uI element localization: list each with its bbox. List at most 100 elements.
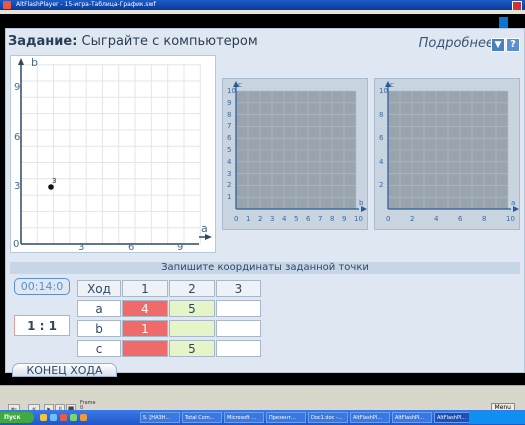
table-header-2: 2 xyxy=(169,280,215,297)
taskbar-button[interactable]: 5. [НАЗН... xyxy=(140,412,180,423)
quicklaunch-icon[interactable] xyxy=(40,414,47,421)
x-tick: 10 xyxy=(354,215,363,223)
cell-c-2[interactable]: 5 xyxy=(169,340,215,357)
y-tick: 4 xyxy=(227,157,232,166)
y-tick: 5 xyxy=(227,146,232,154)
y-tick: 2 xyxy=(227,181,232,190)
x-tick: 3 xyxy=(78,242,85,253)
timer-display: 00:14:0 xyxy=(14,278,70,295)
top-band xyxy=(0,14,525,28)
cell-a-3[interactable] xyxy=(216,300,261,317)
y-tick: 10 xyxy=(227,87,236,95)
x-tick: 8 xyxy=(482,215,487,223)
y-tick: 1 xyxy=(227,193,232,202)
row-label-a: a xyxy=(77,300,121,317)
x-tick: 4 xyxy=(434,215,439,223)
help-button[interactable]: ? xyxy=(506,38,520,52)
x-tick: 8 xyxy=(330,215,335,223)
y-axis-label: c xyxy=(238,81,242,89)
target-point xyxy=(48,184,54,190)
y-tick: 6 xyxy=(227,134,232,143)
y-tick: 7 xyxy=(227,122,232,131)
details-link[interactable]: Подробнее xyxy=(419,36,494,51)
y-axis-label: b xyxy=(31,56,38,69)
quicklaunch-icon[interactable] xyxy=(50,414,57,421)
taskbar-button[interactable]: Total Com... xyxy=(182,412,222,423)
task-text: Сыграйте с компьютером xyxy=(81,34,258,49)
y-arrow-icon xyxy=(18,58,24,65)
x-tick: 1 xyxy=(246,215,251,223)
taskbar-button[interactable]: AltFlashPl... xyxy=(392,412,432,423)
cell-b-2[interactable] xyxy=(169,320,215,337)
table-header-3: 3 xyxy=(216,280,261,297)
y-tick: 3 xyxy=(14,181,21,192)
taskbar-button[interactable]: Microsoft ... xyxy=(224,412,264,423)
taskbar: Пуск 5. [НАЗН... Total Com... Microsoft … xyxy=(0,410,525,425)
x-axis-label: a xyxy=(201,222,208,235)
y-tick: 3 xyxy=(227,169,232,178)
coordinate-grid-panel[interactable]: b a 9 6 3 0 3 6 9 3 xyxy=(10,55,216,253)
corner-mark xyxy=(499,17,508,28)
taskbar-button[interactable]: AltFlashPl... xyxy=(350,412,390,423)
taskbar-button[interactable]: Презент... xyxy=(266,412,306,423)
x-tick: 9 xyxy=(342,215,347,223)
x-tick: 2 xyxy=(258,215,263,223)
task-header: Задание: Сыграйте с компьютером Подробне… xyxy=(8,34,520,54)
y-tick: 8 xyxy=(227,110,232,119)
x-tick: 0 xyxy=(386,215,391,223)
x-tick: 3 xyxy=(270,215,275,223)
score-display: 1 : 1 xyxy=(14,315,70,336)
start-button[interactable]: Пуск xyxy=(0,412,34,423)
y-axis-label: c xyxy=(390,81,394,89)
window-titlebar: AltFlashPlayer - 15-игра-Таблица-График.… xyxy=(0,0,525,11)
y-tick: 4 xyxy=(379,157,384,166)
x-tick: 2 xyxy=(410,215,415,223)
task-label: Задание: xyxy=(8,34,78,49)
instruction-bar: Запишите координаты заданной точки xyxy=(10,262,520,274)
cell-c-3[interactable] xyxy=(216,340,261,357)
quicklaunch-icon[interactable] xyxy=(70,414,77,421)
player-controls: ⇤ « ▸ ॥ ■ Frame 0 Menu xyxy=(0,385,525,413)
x-tick: 6 xyxy=(458,215,463,223)
quicklaunch-icon[interactable] xyxy=(60,414,67,421)
y-tick: 10 xyxy=(379,87,388,95)
taskbar-button[interactable]: Doc1.doc -... xyxy=(308,412,348,423)
cell-a-2[interactable]: 5 xyxy=(169,300,215,317)
point-label: 3 xyxy=(52,177,57,185)
end-turn-button[interactable]: КОНЕЦ ХОДА xyxy=(12,363,117,377)
y-tick: 9 xyxy=(14,82,21,93)
coordinate-grid[interactable] xyxy=(11,56,217,254)
x-tick: 9 xyxy=(177,242,184,253)
y-tick: 8 xyxy=(379,110,384,119)
app-icon xyxy=(3,1,11,9)
graph-c-b-panel: c b 10 9 8 7 6 5 4 3 2 1 0 1 2 3 4 5 6 7 8 9 10 xyxy=(222,78,368,230)
x-tick: 7 xyxy=(318,215,323,223)
row-label-c: c xyxy=(77,340,121,357)
origin-label: 0 xyxy=(13,239,20,250)
x-tick: 5 xyxy=(294,215,299,223)
x-tick: 6 xyxy=(306,215,311,223)
cell-c-1[interactable] xyxy=(122,340,168,357)
taskbar-button-active[interactable]: AltFlashPl... xyxy=(434,412,470,423)
table-header-move: Ход xyxy=(77,280,121,297)
x-axis-label: b xyxy=(359,199,364,207)
cell-b-1[interactable]: 1 xyxy=(122,320,168,337)
table-header-1: 1 xyxy=(122,280,168,297)
row-label-b: b xyxy=(77,320,121,337)
x-tick: 0 xyxy=(234,215,239,223)
system-tray xyxy=(469,411,525,424)
dropdown-icon[interactable]: ▼ xyxy=(491,38,505,52)
y-tick: 2 xyxy=(379,181,384,190)
y-tick: 9 xyxy=(227,98,232,107)
cell-b-3[interactable] xyxy=(216,320,261,337)
y-tick: 6 xyxy=(14,132,21,143)
y-tick: 6 xyxy=(379,134,384,143)
x-tick: 4 xyxy=(282,215,287,223)
window-title: AltFlashPlayer - 15-игра-Таблица-График.… xyxy=(16,1,156,8)
quicklaunch-icon[interactable] xyxy=(80,414,87,421)
cell-a-1[interactable]: 4 xyxy=(122,300,168,317)
x-tick: 10 xyxy=(506,215,515,223)
graph-c-a-panel: c a 10 8 6 4 2 0 2 4 6 8 10 xyxy=(374,78,520,230)
x-axis-label: a xyxy=(511,199,516,207)
x-tick: 6 xyxy=(128,242,135,253)
